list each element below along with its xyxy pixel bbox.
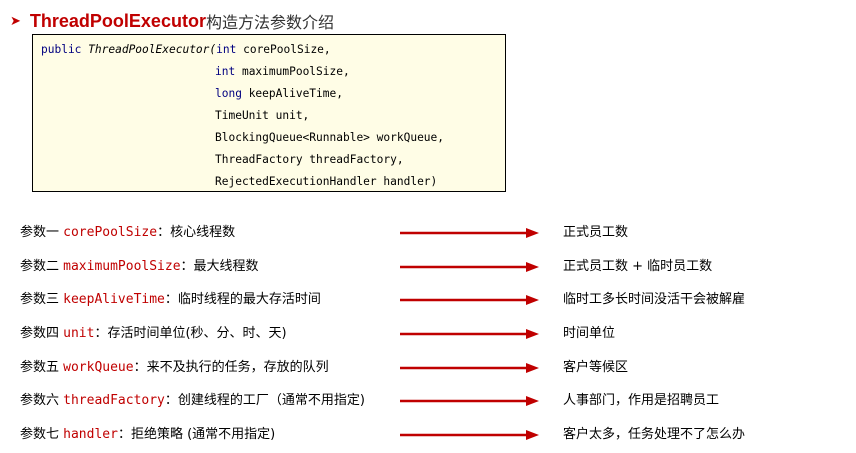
param-analogy: 客户太多，任务处理不了怎么办 [563,427,746,442]
param-prefix: 参数三 [20,292,64,307]
param-desc: ：拒绝策略 (通常不用指定) [117,427,276,442]
code-line-7: RejectedExecutionHandler handler) [215,175,438,188]
param-row: 参数六 threadFactory：创建线程的工厂（通常不用指定) 人事部门，作… [0,389,856,413]
param-prefix: 参数六 [20,393,64,408]
param-label: 参数一 corePoolSize：核心线程数 [20,221,235,245]
param-row: 参数四 unit：存活时间单位(秒、分、时、天) 时间单位 [0,322,856,346]
arrow-bullet-icon: ➤ [10,13,21,29]
param-row: 参数五 workQueue：来不及执行的任务，存放的队列 客户等候区 [0,356,856,380]
code-type-long: long [215,87,242,100]
code-line-3: long keepAliveTime, [215,87,343,101]
param-analogy: 临时工多长时间没活干会被解雇 [563,292,746,307]
title-class-name: ThreadPoolExecutor [29,10,206,31]
param-analogy: 正式员工数 [563,225,629,240]
code-keyword-public: public [41,43,89,56]
param-desc: ：来不及执行的任务，存放的队列 [133,360,329,375]
code-type-int: int [215,65,236,78]
param-analogy: 客户等候区 [563,360,629,375]
param-prefix: 参数七 [20,427,64,442]
param-prefix: 参数二 [20,259,64,274]
param-desc: ：核心线程数 [157,225,236,240]
title-suffix: 构造方法参数介绍 [205,13,334,32]
page-title: ➤ ThreadPoolExecutor 构造方法参数介绍 [10,9,334,33]
code-line-2: int maximumPoolSize, [215,65,350,79]
param-row: 参数二 maximumPoolSize：最大线程数 正式员工数 + 临时员工数 [0,255,856,279]
code-constructor-name: ThreadPoolExecutor( [88,43,217,56]
code-param: maximumPoolSize, [235,65,350,78]
param-label: 参数七 handler：拒绝策略 (通常不用指定) [20,423,275,447]
param-name: handler [63,427,118,442]
param-prefix: 参数五 [20,360,64,375]
code-param: corePoolSize, [236,43,331,56]
param-name: threadFactory [63,393,165,408]
right-arrow-icon [400,329,539,339]
right-arrow-icon [400,430,539,440]
param-desc: ：创建线程的工厂（通常不用指定) [164,393,365,408]
param-analogy: 人事部门，作用是招聘员工 [563,393,720,408]
param-name: corePoolSize [63,225,158,240]
param-name: keepAliveTime [63,292,165,307]
code-line-4: TimeUnit unit, [215,109,310,122]
constructor-code-block: public ThreadPoolExecutor(int corePoolSi… [32,34,506,192]
right-arrow-icon [400,228,539,238]
param-prefix: 参数一 [20,225,64,240]
param-row: 参数一 corePoolSize：核心线程数 正式员工数 [0,221,856,245]
right-arrow-icon [400,262,539,272]
param-row: 参数七 handler：拒绝策略 (通常不用指定) 客户太多，任务处理不了怎么办 [0,423,856,447]
param-row: 参数三 keepAliveTime：临时线程的最大存活时间 临时工多长时间没活干… [0,288,856,312]
right-arrow-icon [400,363,539,373]
param-label: 参数五 workQueue：来不及执行的任务，存放的队列 [20,356,329,380]
param-label: 参数二 maximumPoolSize：最大线程数 [20,255,259,279]
param-desc: ：临时线程的最大存活时间 [164,292,321,307]
right-arrow-icon [400,295,539,305]
param-label: 参数四 unit：存活时间单位(秒、分、时、天) [20,322,287,346]
param-desc: ：最大线程数 [180,259,259,274]
param-label: 参数三 keepAliveTime：临时线程的最大存活时间 [20,288,321,312]
param-name: maximumPoolSize [63,259,181,274]
code-type-int: int [216,43,237,56]
param-label: 参数六 threadFactory：创建线程的工厂（通常不用指定) [20,389,365,413]
code-param: keepAliveTime, [241,87,343,100]
code-line-1: public ThreadPoolExecutor(int corePoolSi… [41,43,331,57]
param-name: unit [63,326,95,341]
right-arrow-icon [400,396,539,406]
code-line-5: BlockingQueue<Runnable> workQueue, [215,131,445,144]
param-analogy: 正式员工数 + 临时员工数 [563,259,713,274]
param-name: workQueue [63,360,134,375]
param-analogy: 时间单位 [563,326,616,341]
code-line-6: ThreadFactory threadFactory, [215,153,404,166]
param-prefix: 参数四 [20,326,64,341]
param-desc: ：存活时间单位(秒、分、时、天) [94,326,287,341]
